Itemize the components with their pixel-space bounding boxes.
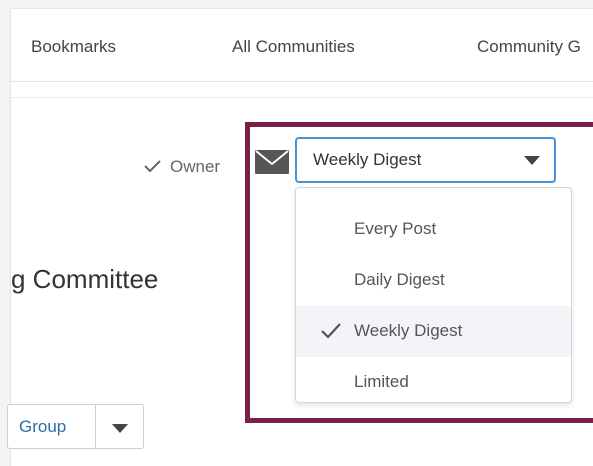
nav-community-groups[interactable]: Community G [477,37,581,57]
option-daily-digest[interactable]: Daily Digest [296,255,571,306]
caret-down-icon[interactable] [111,421,129,435]
option-label: Weekly Digest [354,321,463,340]
owner-label: Owner [170,157,221,176]
option-label: Limited [354,372,409,391]
button-separator [95,405,96,448]
option-label: Daily Digest [354,270,445,289]
owner-status: Owner [144,157,220,177]
subscription-select-value: Weekly Digest [313,150,422,169]
top-nav: Bookmarks All Communities Community G [11,9,593,82]
chevron-down-icon [524,156,540,165]
option-label: Every Post [354,219,437,238]
group-button-label[interactable]: Group [19,417,66,437]
community-title: g Committee [11,264,159,294]
group-action-button: Group [7,404,144,449]
check-icon [321,323,341,338]
option-every-post[interactable]: Every Post [296,204,571,255]
subscription-dropdown-menu: Every Post Daily Digest Weekly Digest Li… [295,187,572,403]
option-limited[interactable]: Limited [296,357,571,408]
envelope-icon [255,150,289,174]
nav-bookmarks[interactable]: Bookmarks [31,37,116,57]
option-weekly-digest[interactable]: Weekly Digest [296,306,571,357]
nav-all-communities[interactable]: All Communities [232,37,355,57]
check-icon [144,160,161,173]
section-divider [11,97,593,98]
subscription-select[interactable]: Weekly Digest [295,137,556,183]
